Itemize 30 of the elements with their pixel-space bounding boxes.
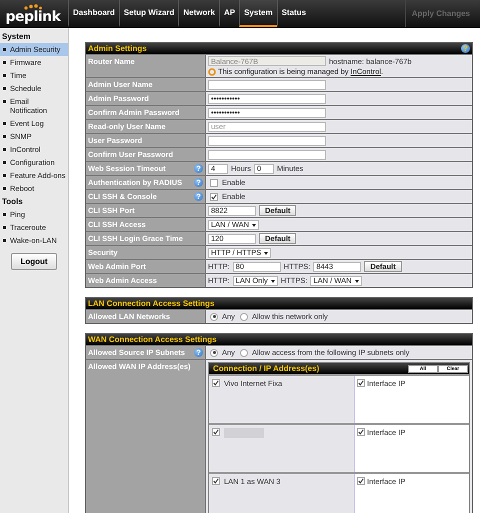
checkbox[interactable] — [212, 379, 220, 387]
warning-icon — [208, 68, 216, 76]
checkbox[interactable] — [357, 477, 365, 485]
radio-button[interactable] — [240, 348, 248, 356]
table-title: Connection / IP Address(es) — [213, 364, 320, 373]
nav-tab[interactable]: Network — [178, 0, 219, 27]
radio-button[interactable] — [210, 312, 218, 320]
nav-tab[interactable]: System — [239, 0, 277, 27]
section-title: LAN Connection Access Settings — [88, 299, 214, 308]
nav-tab[interactable]: Dashboard — [68, 0, 119, 27]
checkbox[interactable] — [357, 379, 365, 387]
checkbox[interactable] — [210, 178, 218, 186]
radio-button[interactable] — [210, 348, 218, 356]
dots-icon — [23, 4, 43, 10]
input-field[interactable] — [208, 150, 326, 160]
checkbox[interactable] — [212, 477, 220, 485]
checkbox[interactable] — [357, 428, 365, 436]
checkbox[interactable] — [212, 428, 220, 436]
section-title: WAN Connection Access Settings — [88, 335, 217, 344]
nav-tab[interactable]: Status — [276, 0, 310, 27]
logo: peplink — [6, 10, 60, 24]
sidebar-heading: System — [1, 31, 32, 43]
input-field[interactable] — [208, 136, 326, 146]
sidebar-heading: Tools — [1, 196, 24, 208]
logout-button[interactable]: Logout — [11, 253, 57, 270]
radio-button[interactable] — [240, 312, 248, 320]
checkbox[interactable] — [210, 192, 218, 200]
input-field[interactable] — [208, 80, 326, 90]
nav-tab[interactable]: Setup Wizard — [118, 0, 178, 27]
section-title: Admin Settings — [88, 44, 147, 53]
